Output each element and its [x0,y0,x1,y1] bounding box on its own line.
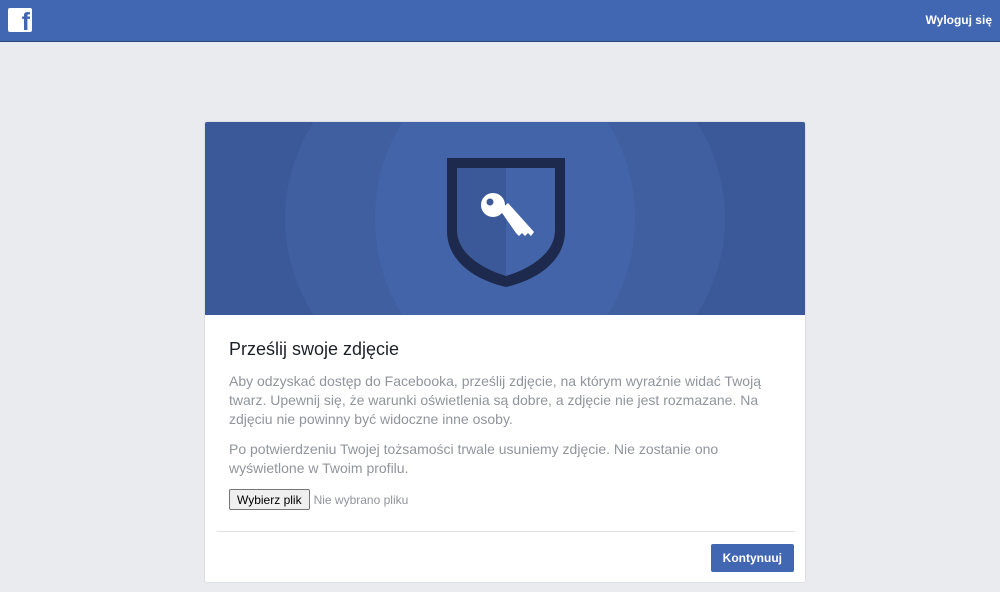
photo-upload-card: Prześlij swoje zdjęcie Aby odzyskać dost… [204,121,806,583]
card-content: Prześlij swoje zdjęcie Aby odzyskać dost… [229,338,783,510]
logo-letter: f [21,8,30,33]
continue-button[interactable]: Kontynuuj [710,544,794,572]
choose-file-button[interactable]: Wybierz plik [229,489,310,510]
facebook-logo-icon[interactable]: f [8,8,32,32]
card-title: Prześlij swoje zdjęcie [229,339,400,359]
file-input-row: Wybierz plik Nie wybrano pliku [229,489,783,510]
shield-key-icon [447,158,565,287]
logout-link[interactable]: Wyloguj się [926,13,992,27]
file-status-text: Nie wybrano pliku [313,492,409,507]
hero-banner [205,122,805,315]
footer-divider [217,531,795,532]
privacy-paragraph: Po potwierdzeniu Twojej tożsamości trwal… [229,441,719,476]
top-navigation-bar: f Wyloguj się [0,0,1000,42]
instructions-paragraph: Aby odzyskać dostęp do Facebooka, prześl… [229,373,761,427]
